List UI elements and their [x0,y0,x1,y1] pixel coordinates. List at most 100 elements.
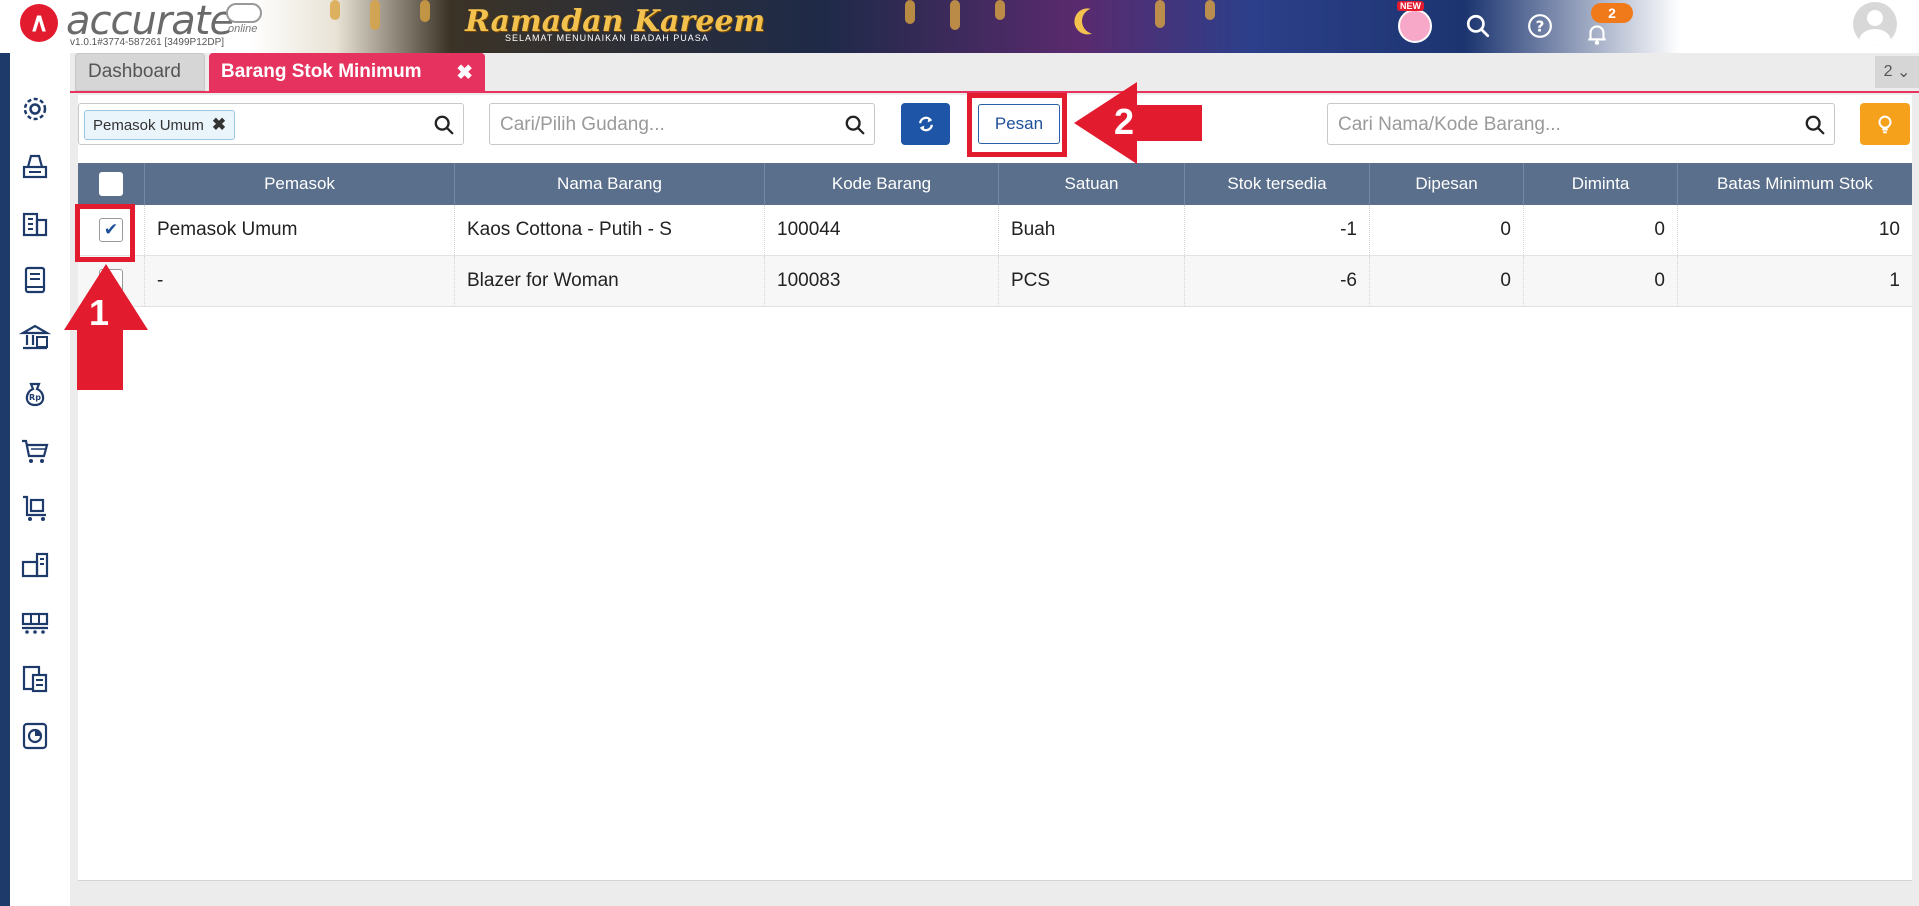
cell-item-code: 100083 [765,256,999,306]
cell-available-stock: -6 [1185,256,1370,306]
cell-requested: 0 [1524,256,1678,306]
column-header[interactable]: Diminta [1524,163,1678,205]
lantern-decoration [370,0,380,30]
column-header[interactable]: Pemasok [145,163,455,205]
delivery-cart-icon[interactable] [17,490,53,526]
chevron-down-icon: ⌄ [1896,64,1911,81]
warehouse-placeholder: Cari/Pilih Gudang... [500,114,665,135]
annotation-highlight-checkbox [75,204,135,262]
annotation-highlight-order-button [967,93,1067,157]
refresh-button[interactable] [901,103,950,145]
new-badge: NEW [1397,1,1424,11]
column-header[interactable]: Kode Barang [765,163,999,205]
cart-icon[interactable] [17,433,53,469]
column-header[interactable]: Nama Barang [455,163,765,205]
warehouse-icon[interactable] [17,547,53,583]
column-header[interactable]: Batas Minimum Stok [1678,163,1912,205]
open-tabs-count[interactable]: 2 ⌄ [1875,56,1919,88]
report-icon[interactable] [17,718,53,754]
search-icon[interactable] [1462,10,1494,42]
app-header: Ramadan Kareem SELAMAT MENUNAIKAN IBADAH… [0,0,1919,53]
cell-min-stock: 10 [1878,219,1900,240]
money-bag-icon[interactable]: Rp [17,376,53,412]
cashier-icon[interactable] [17,148,53,184]
tab-count-label: 2 [1883,63,1893,80]
min-stock-table: Pemasok Nama Barang Kode Barang Satuan S… [78,163,1912,307]
table-row[interactable]: ✔ Pemasok Umum Kaos Cottona - Putih - S … [78,205,1912,256]
column-header[interactable]: Stok tersedia [1185,163,1370,205]
lantern-decoration [1205,0,1215,20]
close-icon[interactable]: ✖ [456,60,473,85]
cell-min-stock: 1 [1889,270,1900,291]
crescent-moon-icon [1078,4,1111,37]
cell-item-name: Blazer for Woman [455,256,765,306]
main-content: Pemasok Umum ✖ Cari/Pilih Gudang... Pesa… [78,95,1912,880]
select-all-checkbox[interactable] [99,172,123,196]
gear-icon[interactable] [17,91,53,127]
table-header: Pemasok Nama Barang Kode Barang Satuan S… [78,163,1912,205]
cell-item-code: 100044 [765,205,999,255]
item-search-placeholder: Cari Nama/Kode Barang... [1338,114,1561,135]
supplier-chip-label: Pemasok Umum [93,116,204,134]
tab-label: Dashboard [88,61,181,82]
user-name[interactable]: Tiara [1803,28,1834,44]
cell-supplier: Pemasok Umum [145,205,455,255]
company-name[interactable]: Fifi Fashion [1725,3,1834,27]
version-label: v1.0.1#3774-587261 [3499P12DP] [70,37,225,48]
lantern-decoration [950,0,960,30]
lantern-decoration [905,0,915,24]
tab-bar: Dashboard Barang Stok Minimum ✖ 2 ⌄ [70,53,1919,93]
sidebar: Rp [0,53,70,906]
search-icon[interactable] [844,114,866,136]
cell-available-stock: -1 [1185,205,1370,255]
cell-unit: Buah [999,205,1185,255]
cloud-icon [226,3,262,23]
brand-suffix: online [228,23,258,35]
new-feature-icon[interactable] [1398,9,1432,43]
column-header[interactable]: Satuan [999,163,1185,205]
banner-subtitle: SELAMAT MENUNAIKAN IBADAH PUASA [505,33,709,43]
accurate-logo-icon[interactable]: ∧ [20,4,58,42]
user-avatar[interactable] [1853,2,1897,46]
tips-button[interactable] [1860,103,1910,145]
lantern-decoration [1155,0,1165,28]
lightbulb-icon [1878,115,1892,134]
search-icon[interactable] [1804,114,1826,136]
annotation-step-number: 1 [89,292,110,333]
help-icon[interactable]: ? [1524,10,1556,42]
chevron-down-icon[interactable]: ⌄ [1901,16,1913,33]
building-icon[interactable] [17,205,53,241]
svg-text:Rp: Rp [29,393,41,402]
tab-dashboard[interactable]: Dashboard [75,53,205,91]
notification-count-badge[interactable]: 2 [1591,3,1633,23]
column-header[interactable]: Dipesan [1370,163,1524,205]
close-icon[interactable]: ✖ [212,115,226,135]
supplier-chip: Pemasok Umum ✖ [84,110,236,140]
cell-requested: 0 [1524,205,1678,255]
svg-text:?: ? [1536,17,1545,35]
annotation-step-number: 2 [1114,101,1135,142]
cell-supplier: - [145,256,455,306]
conveyor-icon[interactable] [17,604,53,640]
lantern-decoration [995,0,1005,20]
lantern-decoration [420,0,430,22]
cell-ordered: 0 [1370,256,1524,306]
cell-unit: PCS [999,256,1185,306]
warehouse-filter[interactable]: Cari/Pilih Gudang... [489,103,875,145]
status-bar [78,880,1912,906]
tab-barang-stok-minimum[interactable]: Barang Stok Minimum ✖ [209,53,485,91]
annotation-arrow-left-icon [1074,82,1202,164]
search-icon[interactable] [433,114,455,136]
bank-icon[interactable] [17,319,53,355]
cell-item-name: Kaos Cottona - Putih - S [455,205,765,255]
book-icon[interactable] [17,262,53,298]
tax-icon[interactable] [17,661,53,697]
table-row[interactable]: - Blazer for Woman 100083 PCS -6 0 0 1 [78,256,1912,307]
refresh-icon [918,116,933,132]
supplier-filter[interactable]: Pemasok Umum ✖ [78,103,464,145]
cell-ordered: 0 [1370,205,1524,255]
tab-label: Barang Stok Minimum [221,61,422,82]
item-search[interactable]: Cari Nama/Kode Barang... [1327,103,1835,145]
select-all-cell [78,163,145,205]
lantern-decoration [330,0,340,20]
